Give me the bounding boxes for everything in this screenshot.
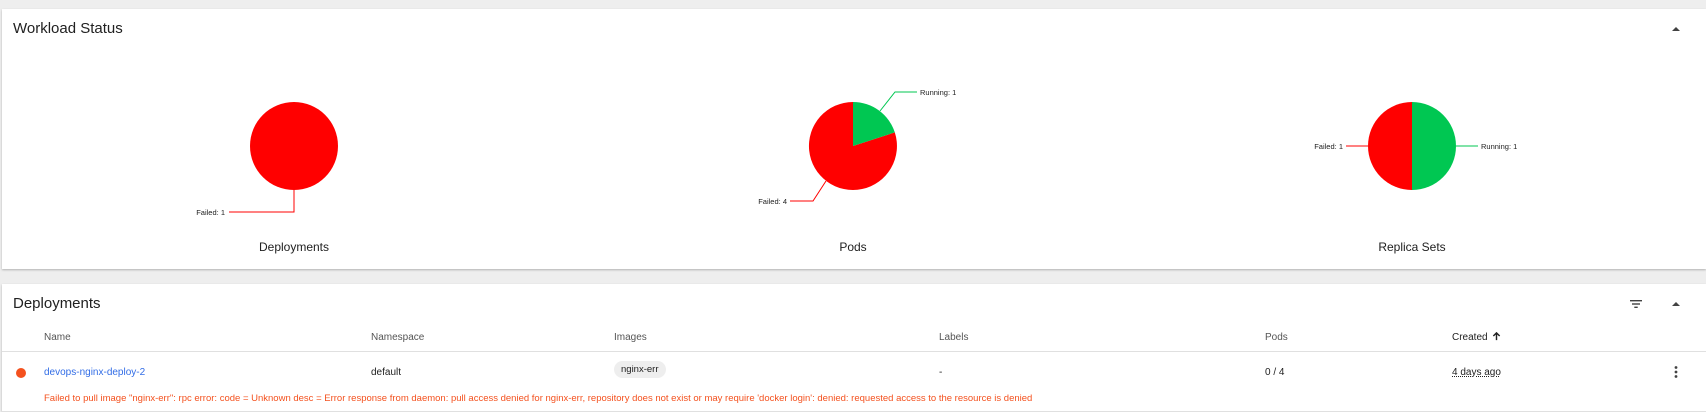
pie-slice-failed[interactable] [1368,102,1412,190]
chevron-up-icon [1672,302,1680,306]
pods-caption: Pods [839,240,867,254]
namespace-cell: default [371,367,402,378]
filter-icon [1630,300,1642,308]
filter-button[interactable] [1624,292,1648,316]
column-header-images: Images [614,332,647,343]
row-actions-button[interactable] [1664,360,1688,384]
column-header-created[interactable]: Created [1452,331,1501,343]
more-vert-icon [1674,366,1678,378]
replicasets-pie: Failed: 1 Running: 1 [1314,102,1517,190]
workload-status-card: Workload Status Failed: 1 Running: 1 Fai… [2,9,1706,269]
image-chip: nginx-err [614,361,666,378]
leader-line [229,190,295,213]
deployments-title: Deployments [13,295,101,312]
slice-label: Failed: 4 [758,197,787,206]
slice-label: Running: 1 [920,88,956,97]
deployment-name-link[interactable]: devops-nginx-deploy-2 [44,367,145,378]
pods-pie: Running: 1 Failed: 4 [758,88,956,206]
column-header-pods: Pods [1265,332,1288,343]
workload-charts: Failed: 1 Running: 1 Failed: 4 Failed: 1… [196,88,1517,217]
status-error-icon [16,368,26,378]
created-cell: 4 days ago [1452,367,1501,378]
replicasets-caption: Replica Sets [1378,240,1446,254]
collapse-deployments-button[interactable] [1664,292,1688,316]
slice-label: Failed: 1 [196,208,225,217]
slice-label: Running: 1 [1481,142,1517,151]
pie-slice-failed[interactable] [250,102,338,190]
column-header-namespace[interactable]: Namespace [371,332,424,343]
leader-line [790,180,827,202]
labels-cell: - [939,367,943,378]
leader-line [879,91,917,112]
header-divider [2,351,1706,352]
column-header-labels: Labels [939,332,969,343]
deployments-card: Deployments Name Namespace Images Labels… [2,284,1706,412]
deployments-pie: Failed: 1 [196,102,338,217]
deployments-caption: Deployments [258,240,330,254]
column-header-created-label: Created [1452,332,1488,343]
pods-cell: 0 / 4 [1265,367,1285,378]
pie-slice-running[interactable] [1412,102,1456,190]
error-message: Failed to pull image "nginx-err": rpc er… [44,393,1033,404]
arrow-up-icon [1493,331,1501,341]
slice-label: Failed: 1 [1314,142,1343,151]
column-header-name[interactable]: Name [44,332,71,343]
